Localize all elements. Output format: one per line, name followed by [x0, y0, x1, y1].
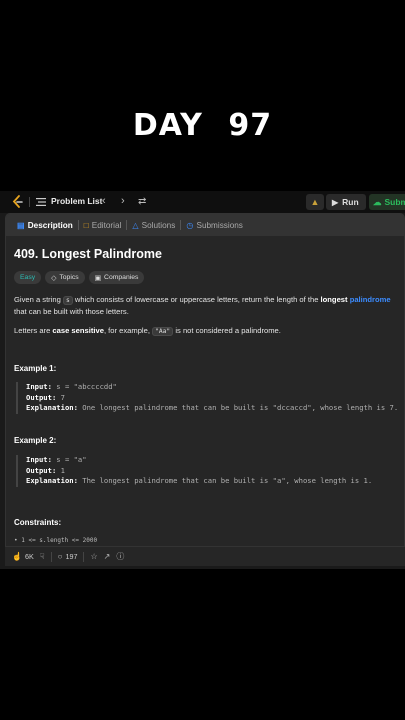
top-navigation-bar: Problem List ‹ › ⇄ ▲ ▶ Run ☁ Submit [0, 191, 405, 213]
inline-code: "Aa" [152, 327, 174, 336]
clock-icon: ◷ [186, 221, 194, 230]
bottom-action-bar: ☝ 6K ☟ ○ 197 ☆ ↗ ⓘ [5, 546, 405, 566]
thumbs-down-icon: ☟ [39, 552, 45, 561]
desc-bold: case sensitive [52, 326, 104, 335]
lock-icon: ▣ [94, 274, 102, 282]
comment-count: 197 [65, 552, 78, 561]
explanation-key: Explanation: [26, 403, 78, 412]
desc-text: that can be built with those letters. [14, 307, 129, 316]
example-explanation-line: Explanation: One longest palindrome that… [26, 403, 400, 414]
problem-badges: Easy ◇ Topics ▣ Companies [14, 271, 145, 284]
output-key: Output: [26, 392, 57, 402]
topics-button[interactable]: ◇ Topics [45, 271, 85, 284]
example-2-heading: Example 2: [14, 436, 57, 445]
explanation-value: One longest palindrome that can be built… [77, 403, 399, 412]
cloud-upload-icon: ☁ [373, 196, 382, 207]
tab-description[interactable]: ▤ Description [12, 214, 78, 236]
dislike-button[interactable]: ☟ [40, 552, 45, 561]
output-value: 1 [56, 465, 65, 475]
submit-button[interactable]: ☁ Submit [369, 194, 405, 210]
output-value: 7 [56, 392, 65, 402]
run-button[interactable]: ▶ Run [326, 194, 366, 210]
desc-text: Letters are [14, 326, 53, 335]
tag-icon: ◇ [51, 274, 57, 282]
leetcode-app: Problem List ‹ › ⇄ ▲ ▶ Run ☁ Submit ▤ De… [0, 191, 405, 569]
inline-code: s [62, 296, 73, 305]
desc-bold: longest [320, 295, 348, 304]
tab-submissions-label: Submissions [196, 220, 243, 230]
comments-button[interactable]: ○ 197 [58, 552, 78, 561]
example-1-block: Input: s = "abccccdd" Output: 7 Explanat… [16, 382, 400, 414]
example-explanation-line: Explanation: The longest palindrome that… [26, 476, 400, 487]
description-paragraph-1: Given a string s which consists of lower… [14, 294, 398, 317]
topbar-divider [29, 197, 30, 207]
run-label: Run [342, 197, 359, 207]
bottombar-divider [83, 551, 85, 562]
example-input-line: Input: s = "a" [26, 455, 400, 466]
share-icon[interactable]: ↗ [104, 552, 111, 561]
explanation-value: The longest palindrome that can be built… [77, 476, 373, 485]
constraint-text: 1 <= s.length <= 2000 [21, 537, 98, 544]
like-button[interactable]: ☝ 6K [12, 552, 34, 561]
debug-button[interactable]: ▲ [306, 194, 324, 210]
problem-list-icon[interactable] [36, 197, 46, 207]
panel-tabs: ▤ Description □ Editorial △ Solutions ◷ … [6, 214, 404, 236]
description-paragraph-2: Letters are case sensitive, for example,… [14, 325, 398, 337]
example-2-block: Input: s = "a" Output: 1 Explanation: Th… [16, 455, 400, 487]
tab-solutions[interactable]: △ Solutions [127, 214, 180, 236]
problem-title: 409. Longest Palindrome [14, 247, 162, 261]
comment-icon: ○ [57, 552, 63, 561]
bug-icon: ▲ [310, 197, 320, 207]
video-day-title: DAY 97 [132, 108, 273, 143]
tab-editorial-label: Editorial [91, 220, 122, 230]
bottombar-divider [50, 551, 52, 562]
book-icon: □ [83, 220, 89, 230]
tab-editorial[interactable]: □ Editorial [79, 214, 127, 236]
leetcode-logo-icon[interactable] [12, 195, 24, 209]
companies-button[interactable]: ▣ Companies [88, 271, 145, 284]
tab-solutions-label: Solutions [141, 220, 176, 230]
difficulty-badge: Easy [14, 271, 42, 284]
star-icon[interactable]: ☆ [90, 552, 97, 561]
input-key: Input: [26, 455, 52, 464]
chevron-left-icon[interactable]: ‹ [102, 195, 106, 207]
flask-icon: △ [132, 221, 139, 230]
submit-label: Submit [384, 197, 405, 207]
tab-submissions[interactable]: ◷ Submissions [181, 214, 248, 236]
constraint-item: • 1 <= s.length <= 2000 [14, 537, 98, 544]
input-value: s = "abccccdd" [51, 382, 117, 391]
palindrome-link[interactable]: palindrome [350, 295, 391, 304]
companies-label: Companies [104, 274, 139, 281]
help-icon[interactable]: ⓘ [116, 551, 124, 562]
desc-text: which consists of lowercase or uppercase… [72, 295, 321, 304]
like-count: 6K [24, 552, 34, 561]
desc-text: is not considered a palindrome. [173, 326, 281, 335]
output-key: Output: [26, 465, 57, 475]
tab-description-label: Description [27, 220, 73, 230]
thumbs-up-icon: ☝ [12, 552, 22, 561]
example-output-line: Output: 1 [26, 466, 400, 477]
explanation-key: Explanation: [26, 476, 78, 485]
description-panel: ▤ Description □ Editorial △ Solutions ◷ … [5, 213, 405, 565]
play-icon: ▶ [332, 197, 339, 207]
topics-label: Topics [59, 274, 79, 281]
shuffle-icon[interactable]: ⇄ [138, 196, 146, 207]
chevron-right-icon[interactable]: › [121, 195, 125, 207]
input-value: s = "a" [51, 455, 87, 464]
example-input-line: Input: s = "abccccdd" [26, 382, 400, 393]
desc-text: , for example, [103, 326, 153, 335]
problem-list-link[interactable]: Problem List [51, 196, 102, 206]
constraints-heading: Constraints: [14, 518, 62, 527]
example-1-heading: Example 1: [14, 364, 57, 373]
desc-text: Given a string [14, 295, 63, 304]
input-key: Input: [26, 382, 52, 391]
example-output-line: Output: 7 [26, 393, 400, 404]
description-icon: ▤ [17, 221, 25, 230]
